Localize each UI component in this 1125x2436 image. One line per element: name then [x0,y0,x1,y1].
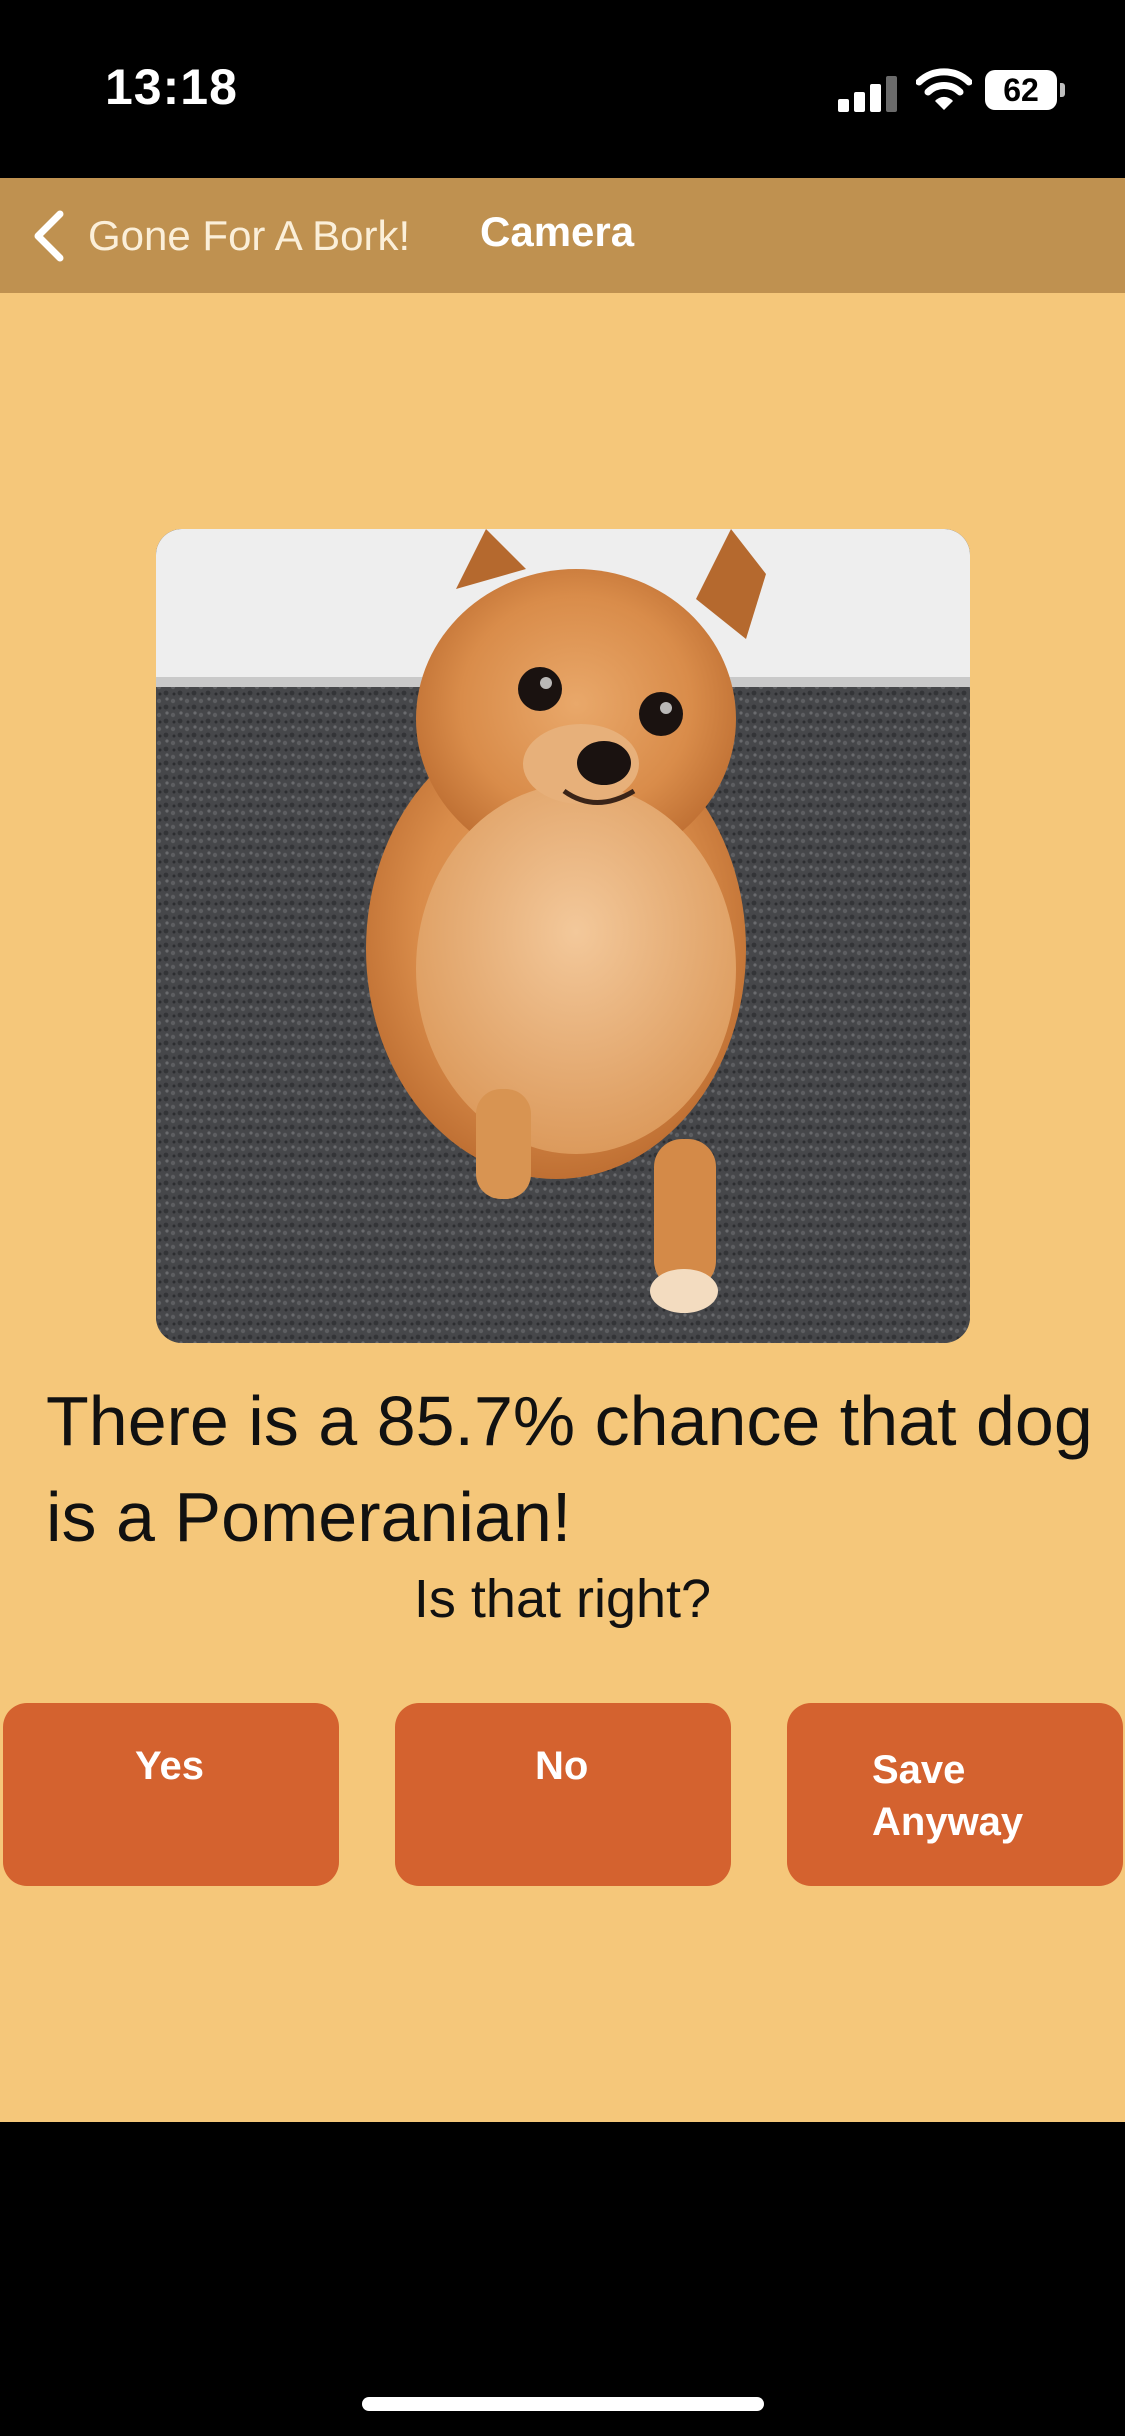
nav-bar: Gone For A Bork! Camera [0,178,1125,293]
battery-nub [1060,83,1065,97]
no-button[interactable]: No [395,1703,731,1886]
status-bar: 13:18 62 [0,0,1125,178]
status-time: 13:18 [105,59,238,115]
chevron-left-icon [34,210,64,262]
prediction-result-text: There is a 85.7% chance that dog is a Po… [46,1382,1093,1556]
back-button[interactable]: Gone For A Bork! [30,200,410,272]
nav-title: Camera [480,208,635,255]
app-screen: Gone For A Bork! Camera There is a 85.7%… [0,178,1125,2122]
dog-photo [156,529,970,1343]
battery-icon: 62 [985,70,1065,110]
no-button-label: No [535,1744,589,1788]
confirmation-prompt: Is that right? [413,1569,712,1629]
yes-button[interactable]: Yes [3,1703,339,1886]
pomeranian-dog-image [156,529,970,1343]
battery-level: 62 [985,70,1057,110]
back-label: Gone For A Bork! [88,212,411,259]
wifi-icon [916,68,972,110]
save-anyway-button[interactable]: Save Anyway [787,1703,1123,1886]
yes-button-label: Yes [135,1744,204,1788]
save-anyway-button-label: Save Anyway [872,1748,1024,1844]
home-indicator[interactable] [362,2397,764,2411]
signal-icon [838,76,898,112]
